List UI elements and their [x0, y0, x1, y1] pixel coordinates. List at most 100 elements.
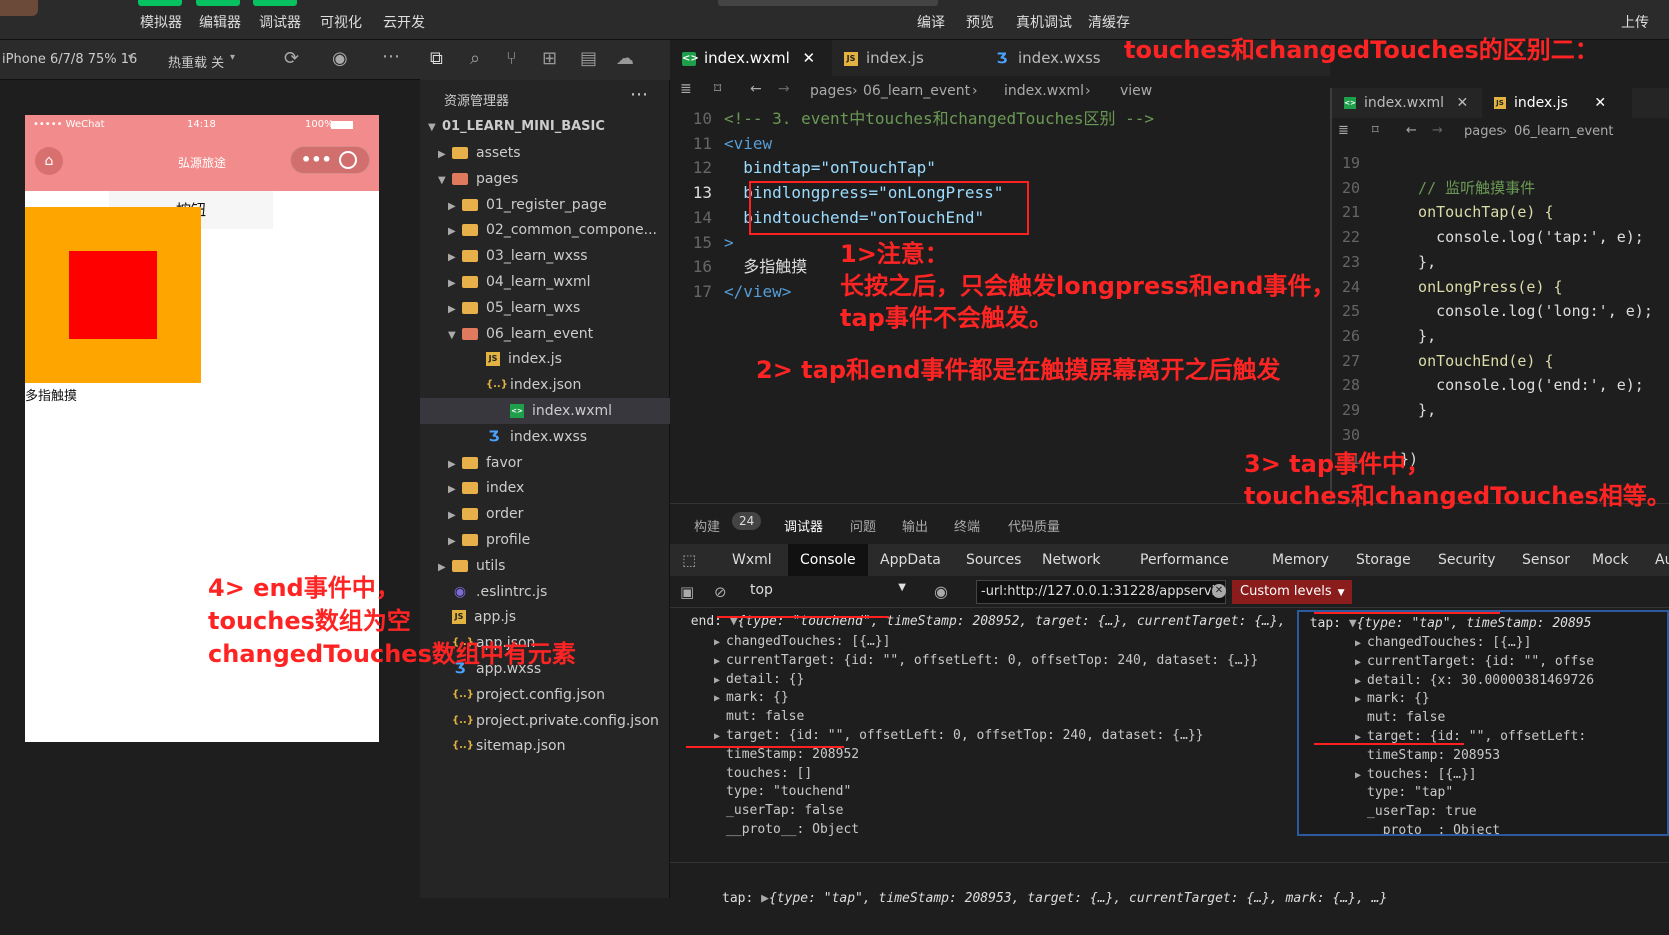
- compile-mode-select[interactable]: [718, 0, 938, 6]
- tree-item[interactable]: ▼ pages: [438, 166, 688, 192]
- tree-item[interactable]: ▶ favor: [448, 450, 698, 476]
- explorer-more-icon[interactable]: ⋯: [630, 84, 648, 105]
- log-property[interactable]: type: "touchend": [714, 782, 851, 802]
- source-control-icon[interactable]: ⑂: [506, 48, 517, 69]
- back-arrow-icon[interactable]: ←: [1406, 123, 1417, 138]
- close-icon[interactable]: ✕: [1456, 95, 1468, 111]
- breadcrumb-item[interactable]: pages: [810, 83, 852, 99]
- debugger-button[interactable]: 调试器: [259, 12, 301, 32]
- cloud-button[interactable]: 云开发: [383, 12, 425, 32]
- breadcrumb-item[interactable]: index.wxml: [1004, 83, 1084, 99]
- code-line[interactable]: 10 <!-- 3. event中touches和changedTouches区别…: [670, 106, 1154, 132]
- code-line[interactable]: 20 // 监听触摸事件: [1332, 175, 1535, 201]
- close-icon[interactable]: ✕: [1594, 95, 1606, 111]
- tree-item[interactable]: ▶ profile: [448, 527, 698, 553]
- search-icon[interactable]: ⌕: [470, 48, 480, 69]
- eye-icon[interactable]: ◉: [934, 582, 948, 601]
- tab-code-quality[interactable]: 代码质量: [1008, 516, 1060, 535]
- bookmark-icon[interactable]: ⌑: [714, 81, 721, 97]
- code-line[interactable]: 12 bindtap="onTouchTap": [670, 155, 936, 181]
- tab-wxml[interactable]: Wxml: [720, 544, 784, 576]
- multi-touch-text[interactable]: 多指触摸: [25, 385, 77, 404]
- code-line[interactable]: 27 onTouchEnd(e) {: [1332, 348, 1554, 374]
- tab-appdata[interactable]: AppData: [868, 544, 953, 576]
- code-line[interactable]: 21 onTouchTap(e) {: [1332, 199, 1554, 225]
- tab-sources[interactable]: Sources: [954, 544, 1033, 576]
- more-icon[interactable]: ⋯: [382, 46, 400, 67]
- tab-network[interactable]: Network: [1030, 544, 1112, 576]
- log-property[interactable]: mut: false: [714, 707, 804, 727]
- capsule-menu[interactable]: •••: [290, 146, 370, 174]
- tree-item[interactable]: ▶ 05_learn_wxs: [448, 295, 698, 321]
- code-line[interactable]: 11 <view: [670, 131, 772, 157]
- tree-item[interactable]: JS app.js: [438, 604, 688, 630]
- console-tap-line[interactable]: tap: ▶{type: "tap", timeStamp: 208953, t…: [670, 862, 1669, 906]
- tab-output[interactable]: 输出: [902, 516, 928, 535]
- storage-icon[interactable]: ▤: [580, 48, 597, 69]
- tab-build[interactable]: 构建: [694, 516, 720, 535]
- code-line[interactable]: 26 },: [1332, 323, 1436, 349]
- breadcrumb-item[interactable]: 06_learn_event: [1514, 124, 1614, 139]
- tab-problems[interactable]: 问题: [850, 516, 876, 535]
- code-line[interactable]: 15 >: [670, 230, 734, 256]
- levels-select[interactable]: Custom levels ▼: [1232, 580, 1352, 604]
- log-property[interactable]: type: "tap": [1355, 783, 1453, 803]
- tab-storage[interactable]: Storage: [1344, 544, 1423, 576]
- filter-input[interactable]: -url:http://127.0.0.1:31228/appservic: [976, 580, 1226, 604]
- log-property[interactable]: timeStamp: 208953: [1355, 746, 1500, 766]
- code-line[interactable]: 16 多指触摸: [670, 254, 808, 280]
- clear-filter-icon[interactable]: ✕: [1212, 584, 1226, 598]
- sidebar-toggle-icon[interactable]: ▣: [680, 583, 694, 601]
- code-line[interactable]: 22 console.log('tap:', e);: [1332, 224, 1644, 250]
- close-icon[interactable]: ✕: [803, 49, 816, 67]
- tree-item[interactable]: {..} sitemap.json: [438, 733, 688, 759]
- console-tap-entry[interactable]: tap: ▼{type: "tap", timeStamp: 20895 ▶ ch…: [1299, 612, 1667, 834]
- clear-cache-button[interactable]: 清缓存: [1088, 12, 1130, 32]
- code-line[interactable]: 23 },: [1332, 249, 1436, 275]
- code-line[interactable]: 19: [1332, 150, 1400, 176]
- log-property[interactable]: ▶ changedTouches: [{…}]: [714, 632, 890, 652]
- log-header[interactable]: tap: ▼{type: "tap", timeStamp: 20895: [1299, 614, 1592, 634]
- breadcrumb-item[interactable]: view: [1120, 83, 1152, 99]
- tab-index-js[interactable]: JS index.js ✕: [1482, 88, 1632, 118]
- tab-index-wxml[interactable]: <> index.wxml ✕: [1332, 88, 1482, 118]
- tab-audits[interactable]: Au: [1643, 544, 1669, 576]
- log-property[interactable]: touches: []: [714, 764, 812, 784]
- log-property[interactable]: ▶ mark: {}: [1355, 689, 1430, 709]
- files-icon[interactable]: ⧉: [430, 48, 443, 69]
- tab-mock[interactable]: Mock: [1580, 544, 1640, 576]
- outline-icon[interactable]: ≣: [1338, 123, 1349, 138]
- log-property[interactable]: __proto__: Object: [1355, 821, 1500, 834]
- editor-button[interactable]: 编辑器: [199, 12, 241, 32]
- tree-item[interactable]: ▶ order: [448, 501, 698, 527]
- log-property[interactable]: ▶ detail: {}: [714, 670, 804, 690]
- red-box[interactable]: [69, 251, 157, 339]
- device-select[interactable]: iPhone 6/7/8 75% 16: [2, 52, 137, 67]
- upload-button[interactable]: 上传: [1621, 12, 1649, 32]
- breadcrumb-item[interactable]: 06_learn_event: [863, 83, 970, 99]
- close-mini-icon[interactable]: [339, 151, 357, 169]
- tab-performance[interactable]: Performance: [1128, 544, 1241, 576]
- preview-button[interactable]: 预览: [966, 12, 994, 32]
- log-property[interactable]: __proto__: Object: [714, 820, 859, 840]
- real-debug-button[interactable]: 真机调试: [1016, 12, 1072, 32]
- log-header[interactable]: end: ▼{type: "touchend", timeStamp: 2089…: [670, 612, 1290, 632]
- inspect-icon[interactable]: ⬚: [682, 551, 696, 569]
- log-property[interactable]: ▶ target: {id: "", offsetLeft: 0, offset…: [714, 726, 1203, 746]
- tab-index-wxss[interactable]: Ʒindex.wxss: [982, 40, 1132, 76]
- console-end-entry[interactable]: end: ▼{type: "touchend", timeStamp: 2089…: [670, 608, 1290, 878]
- log-property[interactable]: ▶ changedTouches: [{…}]: [1355, 633, 1531, 653]
- forward-arrow-icon[interactable]: →: [1432, 123, 1443, 138]
- code-line[interactable]: 24 onLongPress(e) {: [1332, 274, 1563, 300]
- log-property[interactable]: _userTap: true: [1355, 802, 1477, 822]
- stop-icon[interactable]: ◉: [332, 48, 348, 69]
- tree-item[interactable]: ▶ 02_common_compone...: [448, 217, 698, 243]
- log-property[interactable]: _userTap: false: [714, 801, 843, 821]
- docker-icon[interactable]: ☁: [616, 48, 634, 69]
- code-lines[interactable]: 19 20 // 监听触摸事件 21 onTouchTap(e) {22 conso…: [1332, 150, 1669, 490]
- tab-security[interactable]: Security: [1426, 544, 1508, 576]
- code-line[interactable]: 17 </view>: [670, 279, 792, 305]
- tree-item[interactable]: ▶ 01_register_page: [448, 192, 698, 218]
- clear-console-icon[interactable]: ⊘: [714, 583, 727, 601]
- tree-item[interactable]: ▶ 03_learn_wxss: [448, 243, 698, 269]
